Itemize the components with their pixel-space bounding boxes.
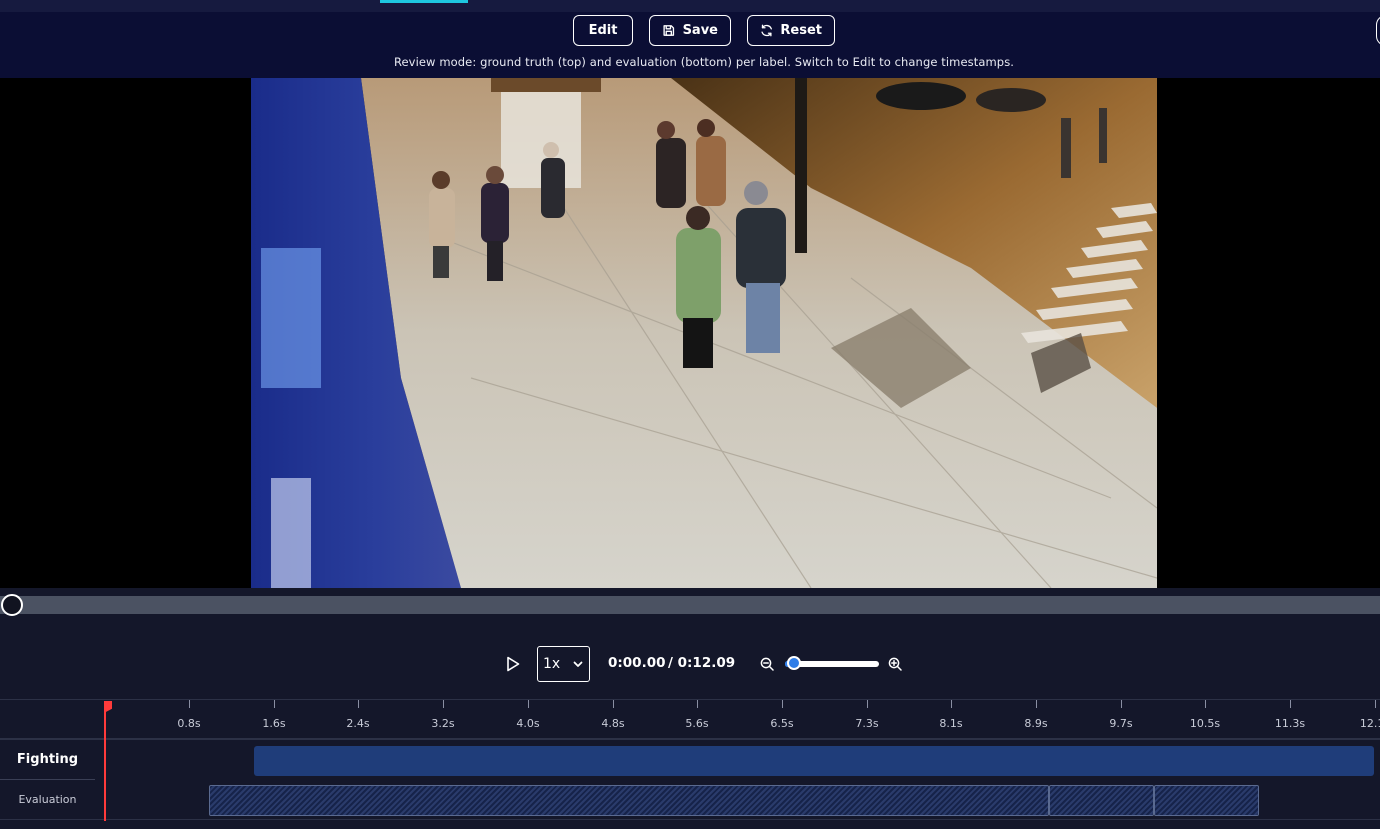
- total-duration: / 0:12.09: [668, 655, 736, 671]
- playback-speed-select[interactable]: 1x: [537, 646, 590, 682]
- ruler-tick-label: 3.2s: [431, 717, 455, 730]
- menu-button[interactable]: [1376, 15, 1380, 46]
- refresh-icon: [761, 24, 772, 37]
- save-button[interactable]: Save: [649, 15, 731, 46]
- ground-truth-track[interactable]: Fighting: [0, 740, 1380, 780]
- edit-button-label: Edit: [588, 23, 618, 38]
- ruler-tick-label: 12.1s: [1359, 717, 1380, 730]
- ruler-tick-label: 8.1s: [939, 717, 963, 730]
- ruler-tick-label: 5.6s: [685, 717, 709, 730]
- ruler-tick-label: 6.5s: [770, 717, 794, 730]
- ruler-tick-label: 7.3s: [855, 717, 879, 730]
- ruler-tick: [782, 700, 783, 708]
- reset-button[interactable]: Reset: [747, 15, 835, 46]
- seek-bar[interactable]: [0, 596, 1380, 614]
- ruler-tick: [951, 700, 952, 708]
- active-tab-indicator[interactable]: [380, 0, 468, 3]
- ruler-tick-label: 11.3s: [1274, 717, 1306, 730]
- ruler-tick: [697, 700, 698, 708]
- track-label-fighting: Fighting: [0, 740, 95, 780]
- ruler-tick-label: 0.8s: [177, 717, 201, 730]
- label-timeline[interactable]: 0.8s 1.6s 2.4s 3.2s 4.0s 4.8s 5.6s 6.5s 7.3s 8.1s…: [0, 699, 1380, 829]
- ruler-tick-label: 4.8s: [601, 717, 625, 730]
- save-button-label: Save: [682, 23, 718, 38]
- mode-description: Review mode: ground truth (top) and eval…: [393, 55, 1015, 69]
- ruler-tick: [443, 700, 444, 708]
- ruler-tick-label: 1.6s: [262, 717, 286, 730]
- evaluation-segment[interactable]: [1154, 785, 1259, 816]
- ruler-tick: [1205, 700, 1206, 708]
- ruler-tick: [1036, 700, 1037, 708]
- ruler-tick: [528, 700, 529, 708]
- video-player[interactable]: [0, 78, 1380, 588]
- reset-button-label: Reset: [780, 23, 822, 38]
- zoom-in-icon[interactable]: [888, 657, 902, 671]
- ruler-tick-label: 8.9s: [1024, 717, 1048, 730]
- current-time: 0:00.00: [608, 655, 666, 671]
- video-frame[interactable]: [251, 78, 1157, 588]
- play-icon[interactable]: [505, 655, 521, 673]
- seek-handle[interactable]: [1, 594, 23, 616]
- ruler-tick: [1290, 700, 1291, 708]
- zoom-slider-handle[interactable]: [787, 656, 801, 670]
- ruler-tick: [358, 700, 359, 708]
- time-ruler[interactable]: 0.8s 1.6s 2.4s 3.2s 4.0s 4.8s 5.6s 6.5s 7.3s 8.1s…: [0, 699, 1380, 740]
- save-icon: [663, 25, 675, 36]
- ruler-tick: [1375, 700, 1376, 708]
- evaluation-segment[interactable]: [209, 785, 1049, 816]
- zoom-out-icon[interactable]: [760, 657, 774, 671]
- ruler-tick-label: 4.0s: [516, 717, 540, 730]
- ruler-tick-label: 2.4s: [346, 717, 370, 730]
- ruler-tick: [1121, 700, 1122, 708]
- ruler-tick: [189, 700, 190, 708]
- ruler-tick-label: 9.7s: [1109, 717, 1133, 730]
- video-scene-image: [251, 78, 1157, 588]
- top-tab-strip: [0, 0, 1380, 12]
- chevron-down-icon: [573, 661, 583, 667]
- ruler-tick: [613, 700, 614, 708]
- ruler-tick: [867, 700, 868, 708]
- ruler-tick: [274, 700, 275, 708]
- playhead[interactable]: [104, 703, 106, 821]
- ruler-tick-label: 10.5s: [1189, 717, 1221, 730]
- track-label-evaluation: Evaluation: [18, 793, 77, 806]
- evaluation-segment[interactable]: [1049, 785, 1154, 816]
- playback-speed-value: 1x: [543, 656, 561, 672]
- top-toolbar: Edit Save Reset Review mode: ground trut…: [0, 0, 1380, 78]
- ground-truth-segment[interactable]: [254, 746, 1374, 776]
- edit-button[interactable]: Edit: [573, 15, 633, 46]
- evaluation-track[interactable]: Evaluation: [0, 780, 1380, 820]
